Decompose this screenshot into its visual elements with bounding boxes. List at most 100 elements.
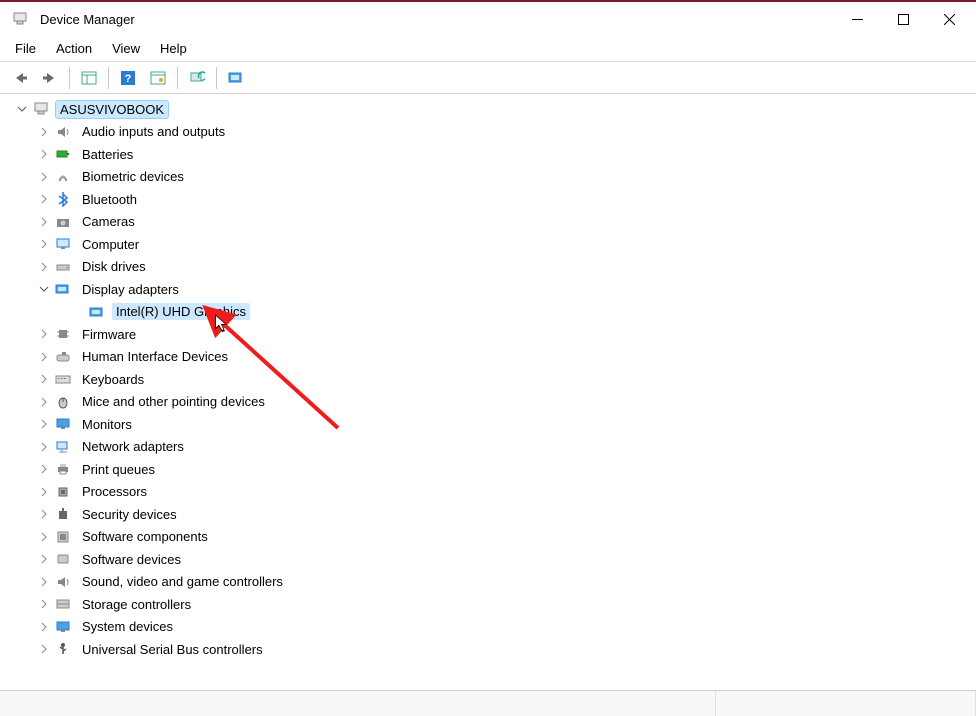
tree-item-label[interactable]: Network adapters <box>78 438 188 455</box>
tree-item-keyboards[interactable]: Keyboards <box>8 368 976 391</box>
tree-item-label[interactable]: Biometric devices <box>78 168 188 185</box>
tree-item-disk-drives[interactable]: Disk drives <box>8 256 976 279</box>
component-icon <box>54 528 72 546</box>
tree-item-label[interactable]: Software components <box>78 528 212 545</box>
tree-item-monitors[interactable]: Monitors <box>8 413 976 436</box>
tree-item-label[interactable]: Keyboards <box>78 371 148 388</box>
expander-icon[interactable] <box>36 371 52 387</box>
tree-item-software-components[interactable]: Software components <box>8 526 976 549</box>
tree-item-audio[interactable]: Audio inputs and outputs <box>8 121 976 144</box>
menu-file[interactable]: File <box>6 37 45 60</box>
forward-button[interactable] <box>36 65 64 91</box>
tree-item-label[interactable]: Batteries <box>78 146 137 163</box>
speaker-icon <box>54 573 72 591</box>
tree-item-network[interactable]: Network adapters <box>8 436 976 459</box>
tree-item-storage-controllers[interactable]: Storage controllers <box>8 593 976 616</box>
mouse-icon <box>54 393 72 411</box>
toolbar-separator <box>177 67 178 89</box>
tree-item-usb-controllers[interactable]: Universal Serial Bus controllers <box>8 638 976 661</box>
close-button[interactable] <box>926 3 972 35</box>
tree-item-intel-uhd[interactable]: Intel(R) UHD Graphics <box>8 301 976 324</box>
tree-item-print-queues[interactable]: Print queues <box>8 458 976 481</box>
expander-icon[interactable] <box>36 236 52 252</box>
expander-icon[interactable] <box>36 619 52 635</box>
expander-icon[interactable] <box>36 326 52 342</box>
battery-icon <box>54 145 72 163</box>
software-device-icon <box>54 550 72 568</box>
expander-icon[interactable] <box>36 124 52 140</box>
menu-help[interactable]: Help <box>151 37 196 60</box>
tree-item-label[interactable]: Audio inputs and outputs <box>78 123 229 140</box>
expander-icon[interactable] <box>36 349 52 365</box>
tree-item-label[interactable]: Monitors <box>78 416 136 433</box>
maximize-button[interactable] <box>880 3 926 35</box>
tree-item-system-devices[interactable]: System devices <box>8 616 976 639</box>
expander-icon[interactable] <box>36 214 52 230</box>
expander-icon[interactable] <box>36 191 52 207</box>
tree-item-label[interactable]: System devices <box>78 618 177 635</box>
tree-item-label[interactable]: Processors <box>78 483 151 500</box>
tree-item-label[interactable]: Bluetooth <box>78 191 141 208</box>
expander-icon[interactable] <box>36 416 52 432</box>
tree-item-security[interactable]: Security devices <box>8 503 976 526</box>
expander-icon[interactable] <box>36 596 52 612</box>
tree-item-computer[interactable]: Computer <box>8 233 976 256</box>
tree-item-label[interactable]: Display adapters <box>78 281 183 298</box>
tree-item-label[interactable]: Computer <box>78 236 143 253</box>
tree-item-firmware[interactable]: Firmware <box>8 323 976 346</box>
tree-item-label[interactable]: Intel(R) UHD Graphics <box>112 303 250 320</box>
expander-icon[interactable] <box>36 574 52 590</box>
tree-item-label[interactable]: Human Interface Devices <box>78 348 232 365</box>
tree-item-label[interactable]: Universal Serial Bus controllers <box>78 641 267 658</box>
expander-icon[interactable] <box>14 101 30 117</box>
expander-icon[interactable] <box>36 281 52 297</box>
back-button[interactable] <box>6 65 34 91</box>
tree-item-label[interactable]: Mice and other pointing devices <box>78 393 269 410</box>
bluetooth-icon <box>54 190 72 208</box>
show-hide-console-button[interactable] <box>75 65 103 91</box>
menu-view[interactable]: View <box>103 37 149 60</box>
printer-icon <box>54 460 72 478</box>
tree-item-software-devices[interactable]: Software devices <box>8 548 976 571</box>
expander-icon[interactable] <box>36 146 52 162</box>
tree-item-hid[interactable]: Human Interface Devices <box>8 346 976 369</box>
tree-item-display-adapters[interactable]: Display adapters <box>8 278 976 301</box>
display-adapter-icon <box>54 280 72 298</box>
add-legacy-hardware-button[interactable] <box>222 65 250 91</box>
menu-bar: File Action View Help <box>0 36 976 62</box>
expander-icon[interactable] <box>36 529 52 545</box>
expander-icon[interactable] <box>36 169 52 185</box>
tree-item-mice[interactable]: Mice and other pointing devices <box>8 391 976 414</box>
tree-item-label[interactable]: Cameras <box>78 213 139 230</box>
tree-item-label[interactable]: Sound, video and game controllers <box>78 573 287 590</box>
tree-item-label[interactable]: Print queues <box>78 461 159 478</box>
expander-icon[interactable] <box>36 551 52 567</box>
tree-item-label[interactable]: Security devices <box>78 506 181 523</box>
tree-root-label[interactable]: ASUSVIVOBOOK <box>56 101 168 118</box>
properties-button[interactable] <box>144 65 172 91</box>
expander-icon[interactable] <box>36 259 52 275</box>
expander-icon[interactable] <box>36 439 52 455</box>
tree-item-label[interactable]: Software devices <box>78 551 185 568</box>
expander-icon[interactable] <box>36 641 52 657</box>
help-button[interactable]: ? <box>114 65 142 91</box>
tree-item-biometric[interactable]: Biometric devices <box>8 166 976 189</box>
tree-item-label[interactable]: Storage controllers <box>78 596 195 613</box>
tree-item-sound-video-game[interactable]: Sound, video and game controllers <box>8 571 976 594</box>
menu-action[interactable]: Action <box>47 37 101 60</box>
tree-root[interactable]: ASUSVIVOBOOK <box>8 98 976 121</box>
tree-item-bluetooth[interactable]: Bluetooth <box>8 188 976 211</box>
expander-icon[interactable] <box>36 461 52 477</box>
tree-item-cameras[interactable]: Cameras <box>8 211 976 234</box>
tree-item-processors[interactable]: Processors <box>8 481 976 504</box>
tree-item-label[interactable]: Disk drives <box>78 258 150 275</box>
expander-icon[interactable] <box>36 394 52 410</box>
expander-icon[interactable] <box>36 484 52 500</box>
usb-icon <box>54 640 72 658</box>
minimize-button[interactable] <box>834 3 880 35</box>
tree-item-batteries[interactable]: Batteries <box>8 143 976 166</box>
device-tree[interactable]: ASUSVIVOBOOK Audio inputs and outputs Ba… <box>0 94 976 690</box>
tree-item-label[interactable]: Firmware <box>78 326 140 343</box>
expander-icon[interactable] <box>36 506 52 522</box>
scan-hardware-button[interactable] <box>183 65 211 91</box>
